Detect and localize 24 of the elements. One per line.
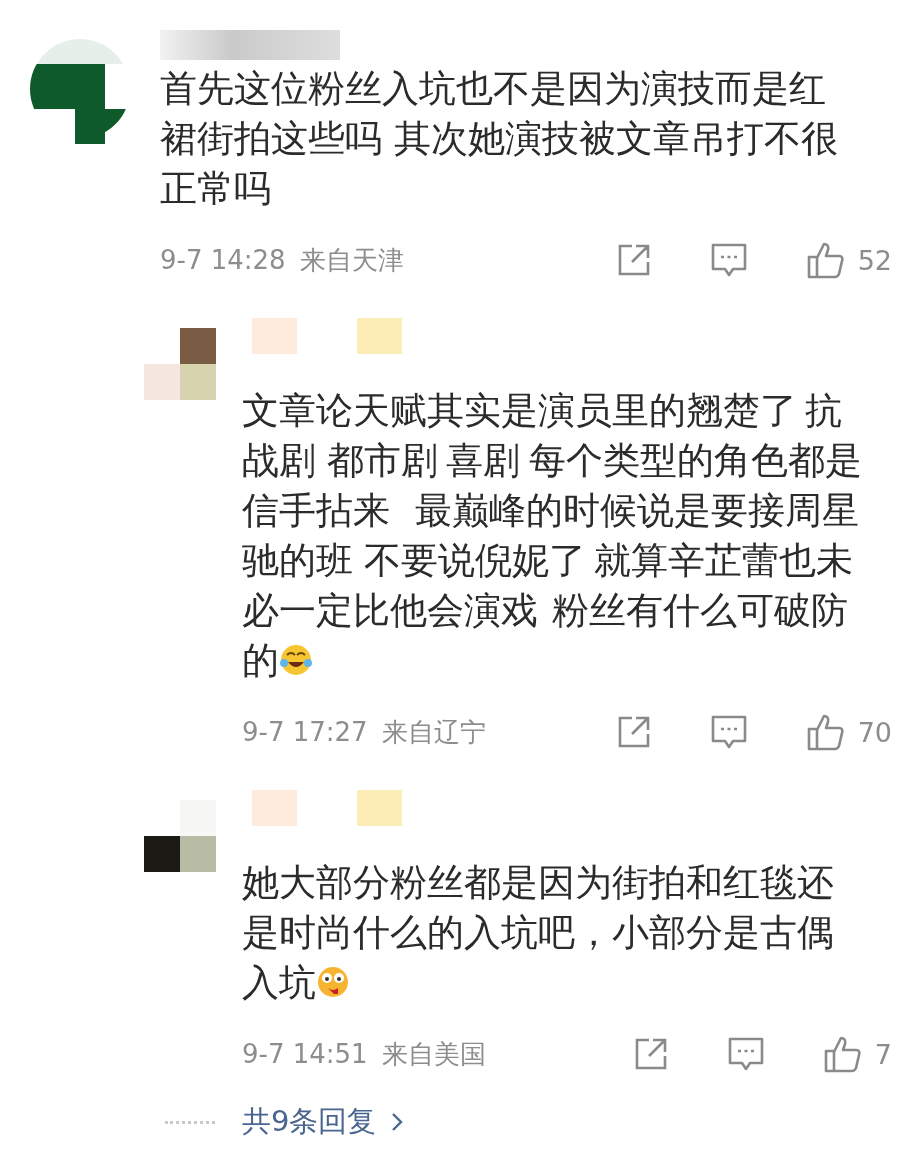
reply-location: 来自辽宁 <box>381 715 486 749</box>
comment-icon[interactable] <box>726 1035 765 1073</box>
comment-time: 9-7 14:28 <box>160 245 286 275</box>
reply-text: 文章论天赋其实是演员里的翘楚了 抗战剧 都市剧 喜剧 每个类型的角色都是信手拈来 最巅峰的时候说是要接周星驰的班 不要说倪妮了 就算辛芷蕾也未必一定比他会演戏 粉丝有什么可破防的 <box>242 388 863 684</box>
reply-time: 9-7 17:27 <box>242 717 368 747</box>
thumbs-up-icon[interactable] <box>805 712 846 752</box>
crying-laughing-emoji-icon <box>279 643 313 677</box>
thumbs-up-icon[interactable] <box>822 1034 863 1074</box>
like-count: 70 <box>857 716 892 748</box>
like-count: 52 <box>857 244 892 276</box>
pixelated-avatar <box>144 800 216 872</box>
comment-location: 来自天津 <box>299 243 404 277</box>
reply-text: 她大部分粉丝都是因为街拍和红毯还是时尚什么的入坑吧，小部分是古偶入坑 <box>242 860 835 1006</box>
comment-icon[interactable] <box>709 241 748 279</box>
comment-icon[interactable] <box>709 713 748 751</box>
like-count: 7 <box>874 1038 892 1070</box>
chevron-right-icon[interactable] <box>390 1111 405 1133</box>
reply-location: 来自美国 <box>381 1037 486 1071</box>
comment-text: 首先这位粉丝入坑也不是因为演技而是红裙街拍这些吗 其次她演技被文章吊打不很正常吗 <box>160 66 839 212</box>
reply-time: 9-7 14:51 <box>242 1039 368 1069</box>
thumbs-up-icon[interactable] <box>805 240 846 280</box>
drooling-emoji-icon <box>316 965 350 999</box>
more-replies-link[interactable]: 共9条回复 <box>242 1102 377 1142</box>
pixelated-avatar <box>144 328 216 400</box>
